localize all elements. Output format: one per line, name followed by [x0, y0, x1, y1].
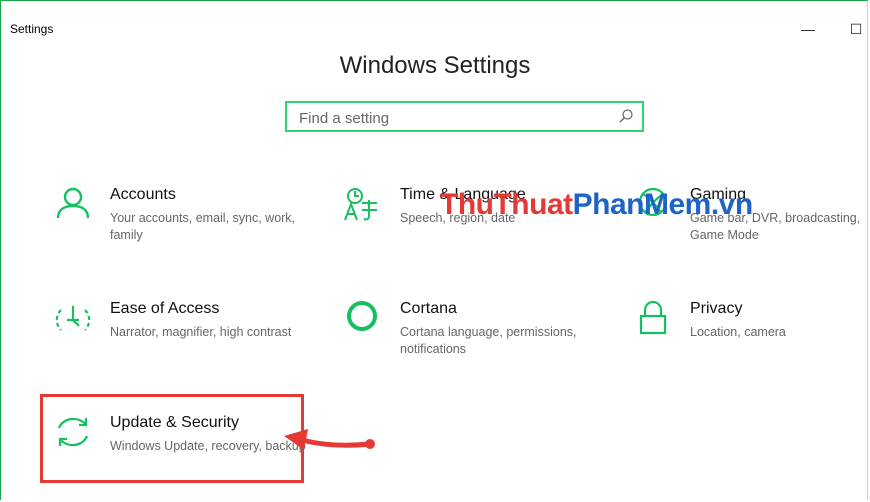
window-title: Settings: [10, 22, 54, 36]
tile-label: Privacy: [690, 300, 743, 317]
cortana-icon: [347, 301, 377, 331]
tile-ease-of-access[interactable]: Ease of Access Narrator, magnifier, high…: [53, 300, 313, 380]
tile-description: Cortana language, permissions, notificat…: [400, 325, 577, 356]
search-icon[interactable]: [618, 108, 634, 124]
watermark-part: PhanMem: [572, 188, 712, 221]
tile-label: Cortana: [400, 300, 457, 317]
highlight-box: [40, 394, 304, 483]
tile-accounts[interactable]: Accounts Your accounts, email, sync, wor…: [53, 186, 313, 266]
page-title: Windows Settings: [339, 52, 531, 79]
title-bar: Settings — ☐: [0, 0, 870, 37]
tile-description: Location, camera: [690, 325, 786, 339]
minimize-button[interactable]: —: [794, 18, 822, 40]
search-input[interactable]: [297, 107, 611, 129]
ease-of-access-icon: [55, 306, 91, 331]
watermark-part: ThuThuat: [440, 188, 573, 221]
person-icon: [56, 187, 90, 219]
language-icon: [344, 188, 377, 221]
tile-cortana[interactable]: Cortana Cortana language, permissions, n…: [343, 300, 603, 380]
search-box[interactable]: [285, 101, 644, 132]
watermark-part: .vn: [710, 188, 753, 221]
lock-icon: [639, 300, 667, 335]
tile-label: Accounts: [110, 186, 176, 203]
watermark: ThuThuatPhanMem.vn: [440, 188, 753, 222]
tile-privacy[interactable]: Privacy Location, camera: [633, 300, 870, 380]
annotation-arrow: [284, 429, 375, 450]
maximize-button[interactable]: ☐: [842, 18, 870, 40]
tile-label: Ease of Access: [110, 300, 220, 317]
tile-description: Your accounts, email, sync, work, family: [110, 211, 296, 242]
tile-description: Narrator, magnifier, high contrast: [110, 325, 292, 339]
